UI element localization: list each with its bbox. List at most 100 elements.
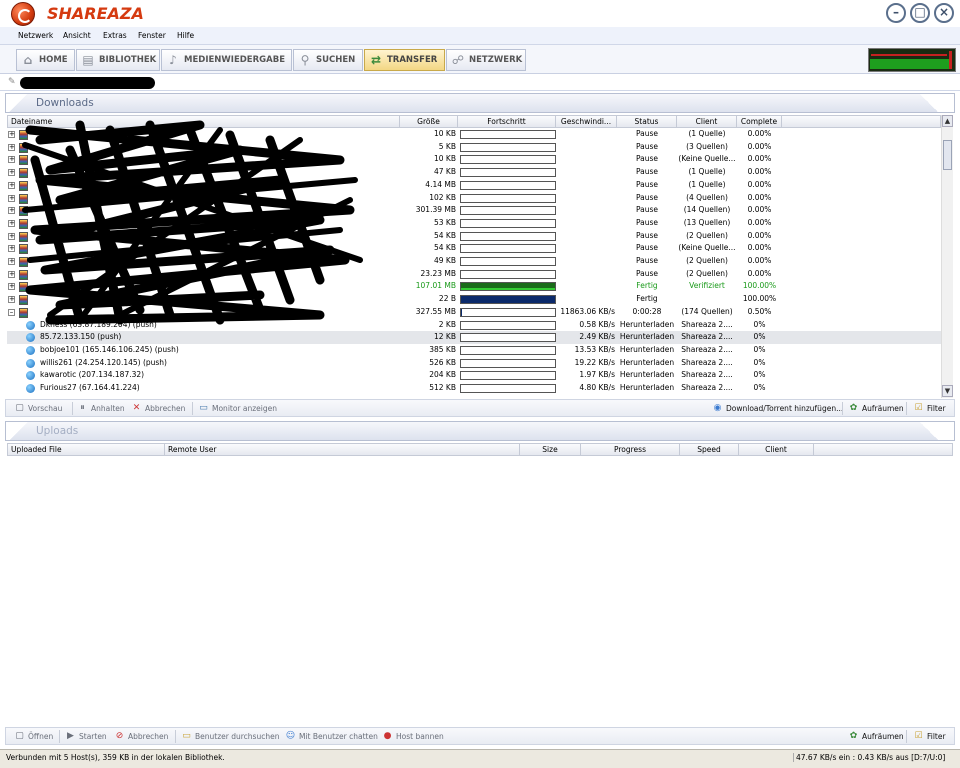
col-fortschritt[interactable]: Fortschritt — [458, 115, 556, 128]
complete: 0.00% — [747, 217, 772, 227]
menu-ansicht[interactable]: Ansicht — [63, 31, 91, 40]
expand-toggle[interactable]: – — [8, 308, 15, 316]
downloads-toolbar: ▢ Vorschau ⏸ Anhalten ✕ Abbrechen ▭ Monitor … — [5, 399, 955, 417]
nav-home-button[interactable]: ⌂ HOME — [16, 49, 75, 71]
preview-button[interactable]: ▢ Vorschau — [14, 403, 62, 414]
close-button[interactable]: × — [934, 3, 954, 23]
filter-uploads-button[interactable]: ☑ Filter — [913, 731, 945, 742]
col-remote-user[interactable]: Remote User — [165, 443, 520, 456]
file-size: 301.39 MB — [415, 205, 456, 215]
pause-button[interactable]: ⏸ Anhalten — [77, 403, 124, 414]
start-button[interactable]: ▶ Starten — [65, 731, 107, 742]
separator — [842, 402, 843, 415]
col-client[interactable]: Client — [677, 115, 737, 128]
source-row[interactable]: 85.72.133.150 (push) 12 KB 2.49 KB/s Herunt… — [7, 331, 941, 344]
cancel-upload-button[interactable]: ⊘ Abbrechen — [114, 731, 169, 742]
maximize-button[interactable]: □ — [910, 3, 930, 23]
nav-transfer-button[interactable]: ⇄ TRANSFER — [364, 49, 445, 71]
progress-bar — [460, 358, 556, 368]
expand-toggle[interactable]: + — [8, 181, 15, 189]
expand-toggle[interactable]: + — [8, 296, 15, 304]
col-complete[interactable]: Complete — [737, 115, 782, 128]
progress-fill — [461, 296, 555, 304]
expand-toggle[interactable]: + — [8, 258, 15, 265]
expand-toggle[interactable]: + — [8, 169, 15, 177]
menu-fenster[interactable]: Fenster — [138, 31, 166, 40]
progress-bar — [460, 371, 556, 381]
monitor-button[interactable]: ▭ Monitor anzeigen — [198, 403, 277, 414]
pin-icon: ✎ — [8, 77, 16, 87]
nav-network-button[interactable]: ☍ NETZWERK — [446, 49, 526, 71]
col-groesse[interactable]: Größe — [400, 115, 458, 128]
nav-search-button[interactable]: ⚲ SUCHEN — [293, 49, 363, 71]
file-size: 23.23 MB — [420, 268, 456, 278]
status: Pause — [635, 167, 659, 177]
menu-netzwerk[interactable]: Netzwerk — [18, 31, 53, 40]
expand-toggle[interactable]: + — [8, 156, 15, 164]
library-icon: ▤ — [82, 53, 94, 67]
chat-user-button[interactable]: ☺ Mit Benutzer chatten — [285, 731, 378, 742]
progress-bar — [460, 257, 556, 266]
ban-host-button[interactable]: ● Host bannen — [382, 731, 444, 742]
col-filler — [814, 443, 953, 456]
open-button[interactable]: ▢ Öffnen — [14, 731, 53, 742]
expand-toggle[interactable]: + — [8, 232, 15, 240]
scroll-thumb[interactable] — [943, 140, 952, 170]
source-icon — [26, 371, 35, 381]
cancel-icon: ✕ — [132, 403, 141, 413]
scroll-up-arrow[interactable]: ▲ — [942, 115, 953, 127]
source-row[interactable]: bobjoe101 (165.146.106.245) (push) 385 KB… — [7, 344, 941, 357]
col-speed[interactable]: Speed — [680, 443, 739, 456]
browse-user-button[interactable]: ▭ Benutzer durchsuchen — [181, 731, 279, 742]
col-uploaded-file[interactable]: Uploaded File — [7, 443, 165, 456]
client: (1 Quelle) — [688, 129, 726, 138]
complete: 0% — [753, 332, 766, 342]
progress-bar — [460, 282, 556, 292]
status: Pause — [635, 205, 659, 215]
source-row[interactable]: Furious27 (67.164.41.224) 512 KB 4.80 KB/s… — [7, 382, 941, 395]
cancel-button[interactable]: ✕ Abbrechen — [131, 403, 186, 414]
source-icon — [26, 384, 35, 393]
minimize-button[interactable]: – — [886, 3, 906, 23]
add-download-button[interactable]: ◉ Download/Torrent hinzufügen... — [712, 403, 844, 414]
file-size: 5 KB — [438, 141, 456, 151]
uploads-list[interactable] — [7, 457, 953, 725]
preview-label: Vorschau — [28, 404, 63, 413]
progress-bar — [460, 180, 556, 190]
browse-label: Benutzer durchsuchen — [195, 732, 280, 741]
expand-toggle[interactable]: + — [8, 194, 15, 202]
col-progress[interactable]: Progress — [581, 443, 680, 456]
clear-uploads-button[interactable]: ✿ Aufräumen — [848, 731, 904, 742]
speed: 2.49 KB/s — [579, 332, 615, 342]
expand-toggle[interactable]: + — [8, 143, 15, 151]
menu-extras[interactable]: Extras — [103, 31, 127, 40]
source-row[interactable]: kawarotic (207.134.187.32) 204 KB 1.97 KB/… — [7, 369, 941, 382]
expand-toggle[interactable]: + — [8, 245, 15, 253]
downloads-scrollbar[interactable]: ▲ ▼ — [941, 115, 953, 398]
clear-button[interactable]: ✿ Aufräumen — [848, 403, 904, 414]
expand-toggle[interactable]: + — [8, 219, 15, 227]
nav-library-button[interactable]: ▤ BIBLIOTHEK — [76, 49, 160, 71]
status: 0:00:28 — [632, 306, 662, 316]
source-row[interactable]: willis261 (24.254.120.145) (push) 526 KB 1… — [7, 357, 941, 370]
header-corner — [6, 94, 31, 112]
expand-toggle[interactable]: + — [8, 270, 15, 278]
separator — [175, 730, 176, 743]
cancel-icon: ⊘ — [115, 731, 124, 741]
col-status[interactable]: Status — [617, 115, 677, 128]
source-name: kawarotic (207.134.187.32) — [40, 370, 145, 380]
expand-toggle[interactable]: + — [8, 131, 15, 138]
col-size[interactable]: Size — [520, 443, 581, 456]
expand-toggle[interactable]: + — [8, 283, 15, 291]
scroll-down-arrow[interactable]: ▼ — [942, 385, 953, 397]
expand-toggle[interactable]: + — [8, 207, 15, 215]
menu-hilfe[interactable]: Hilfe — [177, 31, 194, 40]
col-geschwindigkeit[interactable]: Geschwindi... — [556, 115, 617, 128]
filter-button[interactable]: ☑ Filter — [913, 403, 945, 414]
file-size: 327.55 MB — [415, 306, 456, 316]
col-client[interactable]: Client — [739, 443, 814, 456]
file-size: 22 B — [438, 294, 456, 304]
nav-media-button[interactable]: ♪ MEDIENWIEDERGABE — [161, 49, 292, 71]
client: (13 Quellen) — [683, 217, 731, 227]
filter-icon: ☑ — [914, 403, 923, 413]
